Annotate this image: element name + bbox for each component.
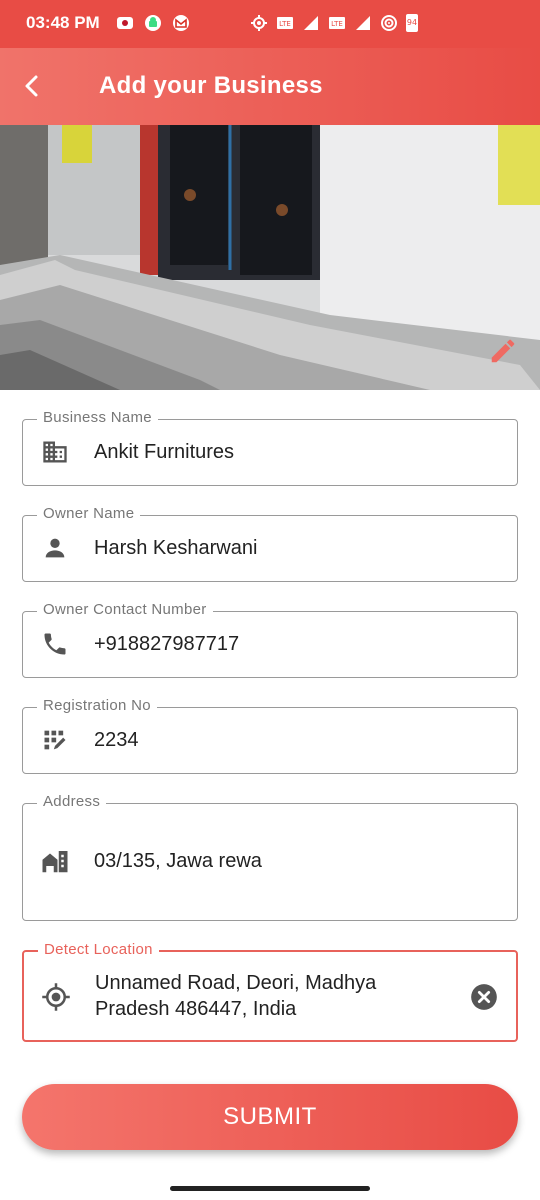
submit-button[interactable]: SUBMIT [22, 1084, 518, 1150]
volte-icon: LTE [329, 17, 345, 29]
gmail-icon [173, 15, 189, 31]
home-indicator[interactable] [170, 1186, 370, 1191]
building-icon [39, 436, 71, 468]
svg-text:LTE: LTE [331, 20, 343, 28]
status-bar: 03:48 PM LTE LTE 94 [0, 0, 540, 48]
owner-contact-field[interactable]: Owner Contact Number +918827987717 [22, 601, 518, 678]
address-label: Address [37, 793, 107, 810]
battery-icon: 94 [406, 14, 418, 32]
app-bar: Add your Business [0, 48, 540, 125]
signal-icon [304, 16, 318, 30]
detect-location-label: Detect Location [38, 941, 159, 958]
android-icon [145, 15, 161, 31]
status-time: 03:48 PM [26, 13, 100, 32]
signal-icon [356, 16, 370, 30]
status-system-icons: LTE LTE 94 [250, 14, 418, 32]
owner-contact-label: Owner Contact Number [37, 601, 213, 618]
svg-text:LTE: LTE [279, 20, 291, 28]
clear-icon[interactable] [470, 983, 498, 1011]
location-icon [251, 15, 267, 31]
home-icon [39, 845, 71, 877]
address-field[interactable]: Address 03/135, Jawa rewa [22, 793, 518, 921]
battery-level: 94 [406, 18, 418, 27]
volte-icon: LTE [277, 17, 293, 29]
hotspot-icon [381, 15, 397, 31]
registration-no-field[interactable]: Registration No 2234 [22, 697, 518, 774]
detect-location-line2[interactable]: Pradesh 486447, India [95, 996, 296, 1022]
back-arrow-icon [25, 75, 38, 97]
owner-name-input[interactable]: Harsh Kesharwani [94, 535, 257, 561]
gps-icon[interactable] [40, 981, 72, 1013]
notification-icon [117, 17, 133, 29]
business-photo-illustration [0, 125, 540, 390]
detect-location-field[interactable]: Detect Location Unnamed Road, Deori, Mad… [22, 941, 518, 1042]
page-title: Add your Business [99, 72, 323, 99]
address-input[interactable]: 03/135, Jawa rewa [94, 848, 262, 874]
business-name-field[interactable]: Business Name Ankit Furnitures [22, 409, 518, 486]
status-notification-icons [116, 14, 190, 32]
person-icon [39, 532, 71, 564]
pencil-icon[interactable] [488, 336, 518, 366]
owner-contact-input[interactable]: +918827987717 [94, 631, 239, 657]
phone-icon [39, 628, 71, 660]
business-photo [0, 125, 540, 390]
registration-no-label: Registration No [37, 697, 157, 714]
registration-icon [39, 724, 71, 756]
back-button[interactable] [14, 68, 50, 104]
owner-name-field[interactable]: Owner Name Harsh Kesharwani [22, 505, 518, 582]
detect-location-line1[interactable]: Unnamed Road, Deori, Madhya [95, 970, 376, 996]
owner-name-label: Owner Name [37, 505, 141, 522]
registration-no-input[interactable]: 2234 [94, 727, 139, 753]
business-name-input[interactable]: Ankit Furnitures [94, 439, 234, 465]
business-name-label: Business Name [37, 409, 158, 426]
